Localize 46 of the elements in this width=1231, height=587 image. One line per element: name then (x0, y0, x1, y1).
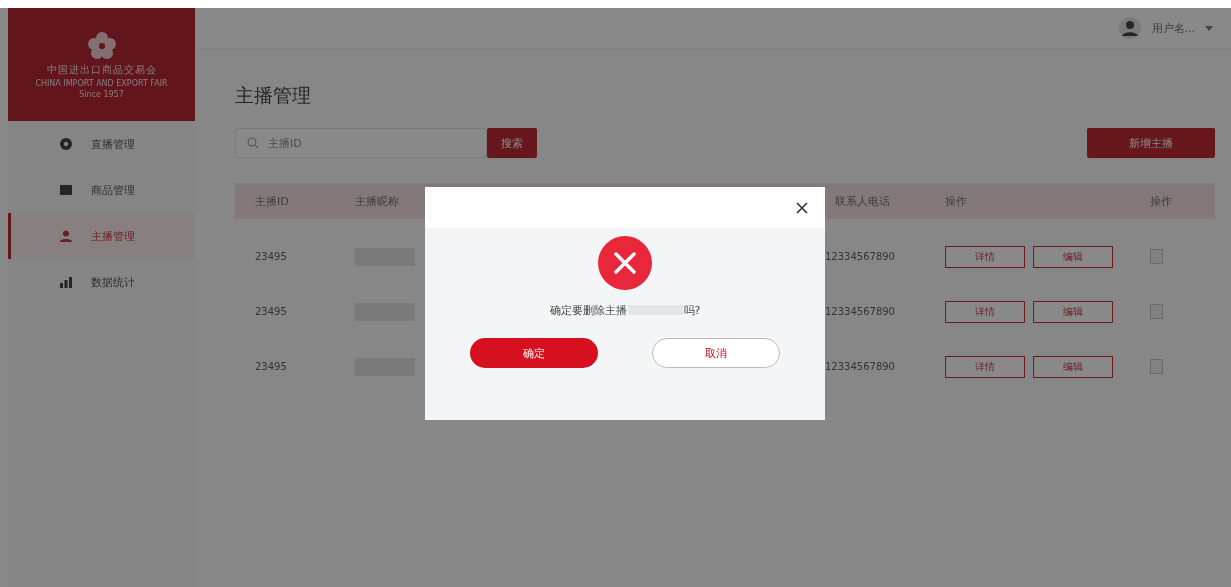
avatar-icon (1117, 16, 1142, 40)
checkbox[interactable] (1150, 249, 1163, 264)
sidebar-item[interactable]: 直播管理 (8, 121, 195, 167)
table-cell-text: 12334567890 (824, 306, 896, 317)
action-button[interactable]: 详情 (945, 355, 1025, 378)
table-cell-text: 12334567890 (824, 361, 896, 372)
column-header: 操作 (1150, 193, 1172, 209)
column-header: 主播昵称 (355, 193, 399, 209)
column-header: 操作 (945, 193, 967, 209)
bar-chart-icon (59, 275, 73, 289)
action-button[interactable]: 编辑 (1033, 355, 1113, 378)
table-cell-text: 12334567890 (824, 251, 896, 262)
logo-since: Since 1957 (79, 89, 124, 99)
flower-logo-icon (86, 30, 117, 61)
action-button[interactable]: 详情 (945, 300, 1025, 323)
close-button[interactable] (795, 200, 809, 215)
table-cell-text: 23495 (254, 306, 288, 317)
logo-title: 中国进出口商品交易会 (46, 62, 157, 77)
confirm-button[interactable]: 确定 (470, 338, 598, 368)
search-button[interactable]: 搜索 (487, 128, 537, 158)
sidebar-item[interactable]: 数据统计 (8, 259, 195, 305)
action-button[interactable]: 编辑 (1033, 245, 1113, 268)
column-header: 主播ID (255, 193, 289, 209)
person-icon (59, 229, 73, 243)
table-cell-text: 23495 (254, 361, 288, 372)
box-icon (59, 183, 73, 197)
add-button[interactable]: 新增主播 (1087, 128, 1215, 158)
user-name[interactable]: 用户名... (1151, 20, 1195, 36)
checkbox[interactable] (1150, 304, 1163, 319)
sidebar-item[interactable]: 商品管理 (8, 167, 195, 213)
gear-icon (59, 137, 73, 151)
table-cell-text: 23495 (254, 251, 288, 262)
dialog-message: 确定要删除主播 (549, 302, 627, 318)
checkbox[interactable] (1150, 359, 1163, 374)
error-icon (598, 236, 652, 290)
sidebar-item[interactable]: 主播管理 (8, 213, 195, 259)
cancel-button[interactable]: 取消 (652, 338, 780, 368)
search-icon (247, 137, 259, 149)
dialog-message: 吗? (683, 302, 701, 318)
action-button[interactable]: 详情 (945, 245, 1025, 268)
column-header: 联系人电话 (835, 193, 890, 209)
action-button[interactable]: 编辑 (1033, 300, 1113, 323)
search-field[interactable]: 主播ID (235, 128, 487, 158)
logo-subtitle: CHINA IMPORT AND EXPORT FAIR (35, 78, 168, 88)
caret-icon[interactable] (1205, 25, 1213, 31)
page-title: 主播管理 (235, 83, 312, 108)
